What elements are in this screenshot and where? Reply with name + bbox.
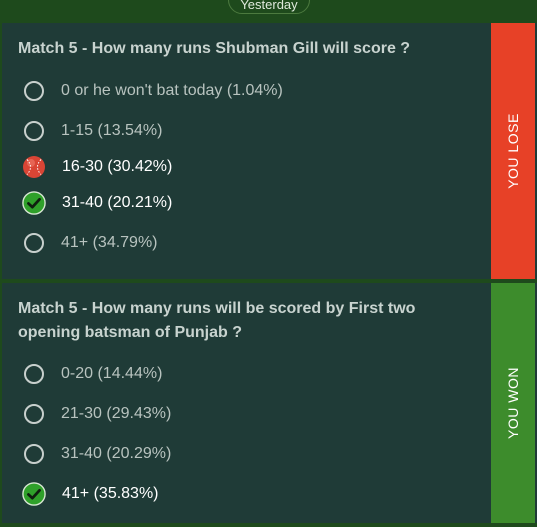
option-item[interactable]: 0 or he won't bat today (1.04%) [24,77,283,105]
cricket-ball-icon [22,155,46,179]
option-label: 41+ (34.79%) [61,234,158,251]
option-item[interactable]: 41+ (34.79%) [24,229,158,257]
option-label: 21-30 (29.43%) [61,405,172,422]
radio-empty-icon[interactable] [24,121,44,141]
option-item[interactable]: 41+ (35.83%) [22,480,159,508]
radio-empty-icon[interactable] [24,404,44,424]
radio-empty-icon[interactable] [24,233,44,253]
option-item[interactable]: 21-30 (29.43%) [24,400,171,428]
radio-empty-icon[interactable] [24,81,44,101]
result-label: YOU WON [505,367,522,439]
result-banner-lose: YOU LOSE [491,23,535,279]
option-label: 0-20 (14.44%) [61,365,163,382]
option-label: 0 or he won't bat today (1.04%) [61,82,283,99]
question-card-2: Match 5 - How many runs will be scored b… [2,283,537,523]
radio-empty-icon[interactable] [24,364,44,384]
option-label: 16-30 (30.42%) [62,158,173,175]
option-item[interactable]: 1-15 (13.54%) [24,117,162,145]
option-label: 1-15 (13.54%) [61,122,163,139]
question-title: Match 5 - How many runs Shubman Gill wil… [18,40,411,57]
option-item[interactable]: 31-40 (20.29%) [24,440,171,468]
question-title: Match 5 - How many runs will be scored b… [18,300,416,341]
option-label: 31-40 (20.21%) [62,194,173,211]
option-item[interactable]: 16-30 (30.42%) [22,153,173,181]
question-card-1: Match 5 - How many runs Shubman Gill wil… [2,23,537,279]
green-check-icon [22,191,46,215]
result-label: YOU LOSE [505,113,521,189]
green-check-icon [22,482,46,506]
result-banner-won: YOU WON [491,283,535,523]
option-label: 31-40 (20.29%) [61,445,172,462]
option-item[interactable]: 31-40 (20.21%) [22,189,173,217]
radio-empty-icon[interactable] [24,444,44,464]
option-label: 41+ (35.83%) [62,485,159,502]
option-item[interactable]: 0-20 (14.44%) [24,360,162,388]
day-label: Yesterday [228,0,310,14]
